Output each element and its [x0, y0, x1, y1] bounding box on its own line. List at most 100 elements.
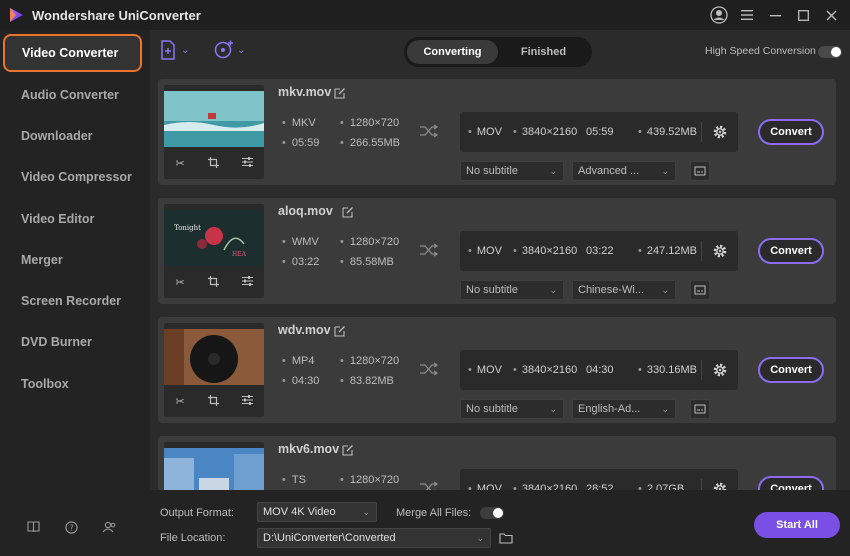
sidebar-item-label: DVD Burner: [21, 335, 92, 350]
target-resolution: 3840×2160: [513, 364, 577, 376]
add-file-icon: [161, 40, 175, 60]
sidebar-item-label: Downloader: [21, 128, 93, 143]
video-thumbnail[interactable]: ✂: [164, 442, 264, 490]
add-subtitle-button[interactable]: [690, 161, 710, 181]
toolbar: ⌄ ⌄ Converting Finished High Speed Conve…: [150, 30, 850, 74]
file-name: mkv6.mov: [278, 442, 340, 456]
subtitle-select[interactable]: No subtitle ⌄: [460, 280, 564, 300]
minimize-icon[interactable]: [764, 5, 786, 25]
add-files-button[interactable]: ⌄: [160, 40, 189, 60]
gear-icon[interactable]: [712, 243, 728, 259]
audio-track-select[interactable]: Chinese-Wi... ⌄: [572, 280, 676, 300]
target-settings[interactable]: MOV 3840×2160 03:22 247.12MB: [460, 231, 738, 271]
file-name: mkv.mov: [278, 85, 332, 99]
high-speed-conversion-toggle[interactable]: [818, 46, 842, 58]
video-thumbnail[interactable]: Tonight HEA ✂: [164, 204, 264, 298]
subtitle-select[interactable]: No subtitle ⌄: [460, 161, 564, 181]
target-duration: 05:59: [586, 126, 614, 138]
add-disc-button[interactable]: ⌄: [214, 40, 245, 60]
sidebar-item-toolbox[interactable]: Toolbox: [0, 363, 150, 404]
help-icon[interactable]: ?: [64, 520, 78, 534]
rename-icon[interactable]: [334, 325, 346, 337]
start-all-button[interactable]: Start All: [754, 512, 840, 538]
app-logo-icon: [10, 8, 23, 22]
convert-button[interactable]: Convert: [758, 476, 824, 490]
target-settings[interactable]: MOV 3840×2160 04:30 330.16MB: [460, 350, 738, 390]
effects-icon[interactable]: [241, 157, 253, 171]
crop-icon[interactable]: [207, 395, 219, 409]
target-settings[interactable]: MOV 3840×2160 28:52 2.07GB: [460, 469, 738, 490]
folder-icon[interactable]: [499, 532, 513, 544]
output-format-select[interactable]: MOV 4K Video ⌄: [257, 502, 377, 522]
svg-text:?: ?: [69, 523, 73, 532]
account-icon[interactable]: [102, 520, 116, 534]
gear-icon[interactable]: [712, 481, 728, 490]
scissors-icon[interactable]: ✂: [175, 276, 184, 290]
target-format: MOV: [468, 483, 502, 490]
sidebar-item-label: Video Editor: [21, 211, 95, 226]
bottom-bar: Output Format: MOV 4K Video ⌄ Merge All …: [150, 490, 850, 556]
target-resolution: 3840×2160: [513, 126, 577, 138]
title-bar: Wondershare UniConverter: [0, 0, 850, 30]
close-icon[interactable]: [820, 5, 842, 25]
file-location-select[interactable]: D:\UniConverter\Converted ⌄: [257, 528, 491, 548]
target-duration: 03:22: [586, 245, 614, 257]
scissors-icon[interactable]: ✂: [175, 395, 184, 409]
chevron-down-icon: ⌄: [549, 404, 557, 414]
source-duration: 04:30: [282, 375, 320, 387]
convert-button[interactable]: Convert: [758, 119, 824, 145]
audio-track-value: Advanced ...: [578, 165, 640, 177]
source-resolution: 1280×720: [340, 117, 399, 129]
account-avatar-icon[interactable]: [708, 5, 730, 25]
maximize-icon[interactable]: [792, 5, 814, 25]
audio-track-select[interactable]: English-Ad... ⌄: [572, 399, 676, 419]
rename-icon[interactable]: [334, 87, 346, 99]
rename-icon[interactable]: [342, 206, 354, 218]
subtitle-select[interactable]: No subtitle ⌄: [460, 399, 564, 419]
source-size: 83.82MB: [340, 375, 394, 387]
subtitle-value: No subtitle: [466, 165, 518, 177]
sidebar-item-label: Video Compressor: [21, 170, 132, 185]
source-duration: 03:22: [282, 256, 320, 268]
convert-button[interactable]: Convert: [758, 357, 824, 383]
sidebar-item-video-editor[interactable]: Video Editor: [0, 198, 150, 239]
target-resolution: 3840×2160: [513, 245, 577, 257]
gear-icon[interactable]: [712, 362, 728, 378]
add-subtitle-button[interactable]: [690, 280, 710, 300]
tab-converting[interactable]: Converting: [407, 40, 498, 64]
sidebar-item-merger[interactable]: Merger: [0, 239, 150, 280]
subtitle-icon: [694, 285, 706, 295]
output-format-label: Output Format:: [160, 507, 234, 519]
chevron-down-icon: ⌄: [237, 44, 246, 56]
sidebar-item-dvd-burner[interactable]: DVD Burner: [0, 322, 150, 363]
target-settings[interactable]: MOV 3840×2160 05:59 439.52MB: [460, 112, 738, 152]
video-thumbnail[interactable]: ✂: [164, 323, 264, 417]
file-card: ✂ wdv.mov MP4 1280×720 04:30 83.82MB MOV…: [158, 317, 836, 423]
subtitle-icon: [694, 404, 706, 414]
effects-icon[interactable]: [241, 395, 253, 409]
crop-icon[interactable]: [207, 157, 219, 171]
divider: [701, 122, 702, 142]
sidebar-item-video-converter[interactable]: Video Converter: [3, 34, 142, 72]
convert-arrow-icon: [420, 362, 438, 376]
crop-icon[interactable]: [207, 276, 219, 290]
scissors-icon[interactable]: ✂: [175, 157, 184, 171]
gear-icon[interactable]: [712, 124, 728, 140]
convert-button[interactable]: Convert: [758, 238, 824, 264]
sidebar-item-video-compressor[interactable]: Video Compressor: [0, 157, 150, 198]
tab-finished[interactable]: Finished: [498, 40, 589, 64]
output-format-value: MOV 4K Video: [263, 506, 336, 518]
sidebar-item-downloader[interactable]: Downloader: [0, 115, 150, 156]
video-thumbnail[interactable]: ✂: [164, 85, 264, 179]
sidebar-item-audio-converter[interactable]: Audio Converter: [0, 74, 150, 115]
audio-track-select[interactable]: Advanced ... ⌄: [572, 161, 676, 181]
sidebar-item-label: Audio Converter: [21, 87, 119, 102]
effects-icon[interactable]: [241, 276, 253, 290]
add-subtitle-button[interactable]: [690, 399, 710, 419]
source-duration: 05:59: [282, 137, 320, 149]
sidebar-item-screen-recorder[interactable]: Screen Recorder: [0, 280, 150, 321]
book-icon[interactable]: [26, 520, 40, 534]
merge-all-files-toggle[interactable]: [480, 507, 504, 519]
menu-icon[interactable]: [736, 5, 758, 25]
rename-icon[interactable]: [342, 444, 354, 456]
